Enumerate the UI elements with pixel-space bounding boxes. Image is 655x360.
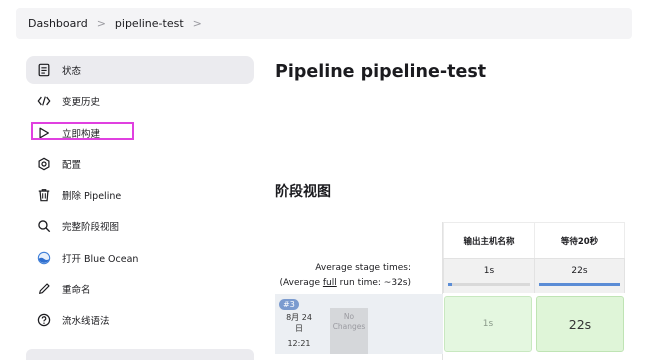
blue-ocean-icon <box>36 250 52 266</box>
breadcrumb-separator: > <box>96 17 106 30</box>
build-date: 8月 24 日 12:21 <box>279 312 319 349</box>
sidebar-item-label: 删除 Pipeline <box>62 191 122 203</box>
stage-avg-value: 1s <box>483 266 495 276</box>
sidebar-item-label: 完整阶段视图 <box>62 222 120 234</box>
sidebar-item-label: 立即构建 <box>62 128 101 140</box>
sidebar-item-delete[interactable]: 删除 Pipeline <box>26 181 254 209</box>
avg-label-suffix: run time: ~32s) <box>336 278 411 288</box>
stage-avg-value: 22s <box>571 266 588 276</box>
sidebar-item-status[interactable]: 状态 <box>26 56 254 84</box>
breadcrumb-separator[interactable]: > <box>193 17 202 30</box>
sidebar-item-label: 流水线语法 <box>62 316 110 328</box>
build-date-line1: 8月 24 <box>286 313 312 322</box>
help-icon <box>36 312 52 328</box>
pencil-icon <box>36 281 52 297</box>
sidebar-item-label: 变更历史 <box>62 97 101 109</box>
stage-header: 等待20秒 <box>534 222 625 258</box>
stage-avg-bar-fill <box>539 283 620 286</box>
sidebar-item-full-stage-view[interactable]: 完整阶段视图 <box>26 212 254 240</box>
stage-view-title: 阶段视图 <box>275 184 331 200</box>
stage-avg-time: 22s <box>534 258 625 293</box>
stage-avg-time: 1s <box>443 258 534 293</box>
stage-avg-bar-fill <box>448 283 453 286</box>
play-icon <box>36 125 52 141</box>
gear-icon <box>36 156 52 172</box>
stage-avg-bar <box>539 283 620 286</box>
stage-column: 输出主机名称 1s <box>443 222 534 293</box>
no-changes-line1: No <box>343 312 355 321</box>
build-run-row[interactable]: #3 8月 24 日 12:21 No Changes <box>275 294 443 354</box>
status-icon <box>36 62 52 78</box>
avg-full-link[interactable]: full <box>323 278 337 288</box>
avg-label-line2: (Average full run time: ~32s) <box>253 276 411 291</box>
sidebar-panel-edge <box>26 349 254 360</box>
sidebar-item-build-now[interactable]: 立即构建 <box>26 119 254 147</box>
sidebar: 状态 变更历史 立即构建 配置 删除 Pipeline 完整阶段视图 打开 Bl… <box>26 56 254 338</box>
build-date-line2: 日 <box>295 324 303 333</box>
no-changes-line2: Changes <box>332 322 366 331</box>
avg-label-line1: Average stage times: <box>315 263 411 273</box>
code-icon <box>36 93 52 109</box>
stage-cell-success[interactable]: 1s <box>444 296 532 352</box>
page-title: Pipeline pipeline-test <box>275 62 487 82</box>
average-times-label: Average stage times: (Average full run t… <box>253 261 411 291</box>
breadcrumb-dashboard[interactable]: Dashboard <box>28 17 88 30</box>
stage-avg-bar <box>448 283 530 286</box>
sidebar-item-label: 打开 Blue Ocean <box>62 253 139 265</box>
breadcrumb-pipeline[interactable]: pipeline-test <box>115 17 184 30</box>
avg-label-prefix: (Average <box>279 278 323 288</box>
sidebar-item-rename[interactable]: 重命名 <box>26 275 254 303</box>
breadcrumb: Dashboard > pipeline-test > <box>16 8 632 39</box>
sidebar-item-changes[interactable]: 变更历史 <box>26 87 254 115</box>
sidebar-item-blue-ocean[interactable]: 打开 Blue Ocean <box>26 244 254 272</box>
stage-cell-success[interactable]: 22s <box>536 296 624 352</box>
sidebar-item-label: 重命名 <box>62 285 91 297</box>
sidebar-item-configure[interactable]: 配置 <box>26 150 254 178</box>
sidebar-item-label: 状态 <box>62 66 82 77</box>
build-time: 12:21 <box>287 339 311 348</box>
trash-icon <box>36 187 52 203</box>
sidebar-item-label: 配置 <box>62 159 82 171</box>
stage-column: 等待20秒 22s <box>534 222 625 293</box>
stage-header: 输出主机名称 <box>443 222 534 258</box>
sidebar-item-pipeline-syntax[interactable]: 流水线语法 <box>26 306 254 334</box>
search-icon <box>36 218 52 234</box>
build-number-badge[interactable]: #3 <box>279 299 299 310</box>
no-changes-box: No Changes <box>330 308 368 354</box>
